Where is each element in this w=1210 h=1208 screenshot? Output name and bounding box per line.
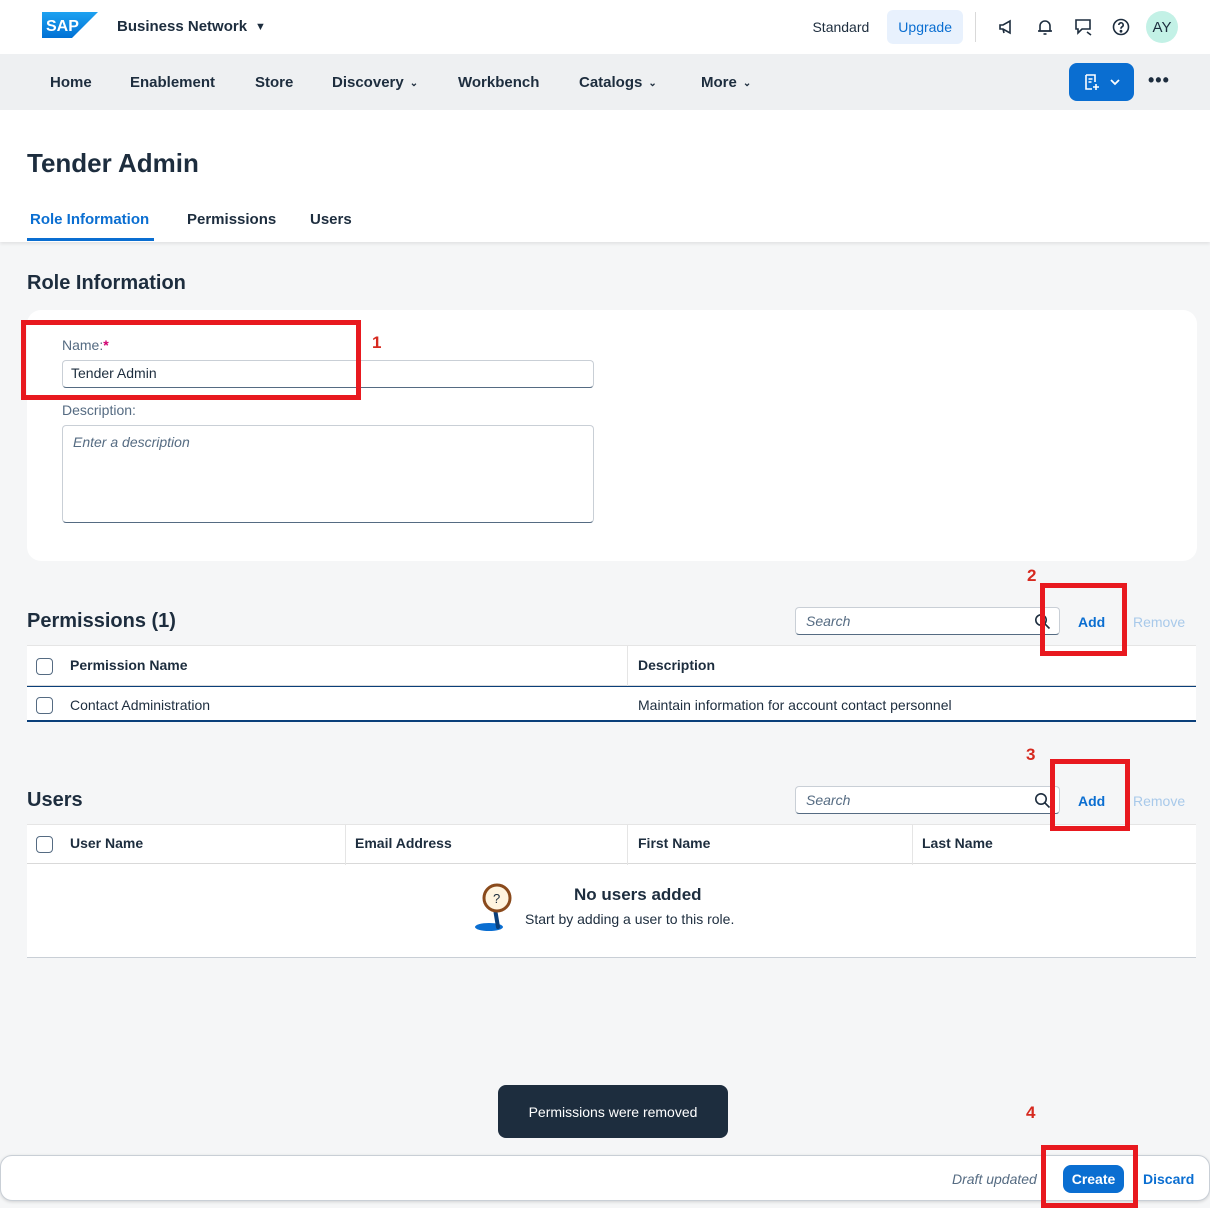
- svg-text:?: ?: [493, 891, 500, 906]
- column-header-description: Description: [638, 657, 716, 673]
- nav-item-discovery[interactable]: Discovery ⌄: [332, 74, 418, 91]
- permission-description-cell: Maintain information for account contact…: [638, 697, 952, 713]
- account-type-label: Standard: [812, 19, 870, 35]
- permission-name-cell: Contact Administration: [70, 697, 211, 713]
- shell-bar: SAP Business Network ▼ Standard Upgrade …: [0, 0, 1210, 54]
- upgrade-button[interactable]: Upgrade: [887, 10, 963, 44]
- draft-status: Draft updated: [952, 1171, 1037, 1187]
- empty-state-title: No users added: [574, 885, 702, 904]
- tab-permissions[interactable]: Permissions: [187, 211, 276, 228]
- tab-users[interactable]: Users: [310, 211, 352, 228]
- page-title: Tender Admin: [27, 148, 199, 178]
- feedback-icon[interactable]: [1072, 16, 1094, 38]
- caret-down-icon: ▼: [255, 20, 266, 33]
- page-header: Tender Admin Role Information Permission…: [0, 110, 1210, 242]
- chevron-down-icon: [1109, 79, 1120, 86]
- document-add-icon: [1084, 74, 1099, 90]
- column-header-email-address: Email Address: [355, 835, 452, 851]
- row-checkbox[interactable]: [36, 697, 53, 714]
- product-name: Business Network: [117, 18, 248, 35]
- shell-actions: Standard Upgrade AY: [812, 10, 1178, 44]
- chevron-down-icon: ⌄: [409, 78, 419, 89]
- table-header: User Name Email Address First Name Last …: [27, 824, 1196, 865]
- search-placeholder: Search: [806, 613, 851, 629]
- column-divider: [627, 825, 628, 865]
- chevron-down-icon: ⌄: [742, 78, 752, 89]
- nav-item-label: Catalogs: [579, 74, 643, 91]
- chevron-down-icon: ⌄: [648, 78, 657, 89]
- table-header: Permission Name Description: [27, 645, 1196, 687]
- search-icon[interactable]: [1034, 792, 1051, 809]
- nav-item-home[interactable]: Home: [50, 74, 92, 91]
- role-information-title: Role Information: [27, 272, 186, 294]
- select-all-checkbox[interactable]: [36, 836, 53, 853]
- tab-role-information[interactable]: Role Information: [30, 211, 149, 228]
- nav-item-workbench[interactable]: Workbench: [458, 74, 539, 91]
- description-field[interactable]: Enter a description: [62, 425, 594, 523]
- annotation-box-1: [21, 320, 361, 400]
- permissions-title: Permissions (1): [27, 610, 176, 632]
- sap-logo-text: SAP: [46, 18, 79, 35]
- description-label: Description:: [62, 402, 136, 418]
- divider: [975, 12, 976, 42]
- column-header-last-name: Last Name: [922, 835, 993, 851]
- remove-permission-button[interactable]: Remove: [1133, 614, 1185, 630]
- annotation-number-4: 4: [1026, 1103, 1036, 1122]
- column-header-permission-name: Permission Name: [70, 657, 188, 673]
- annotation-box-2: [1040, 583, 1127, 656]
- magnifier-illustration-icon: ?: [475, 883, 512, 931]
- column-divider: [912, 825, 913, 865]
- nav-item-catalogs[interactable]: Catalogs ⌄: [579, 74, 657, 91]
- nav-item-enablement[interactable]: Enablement: [130, 74, 215, 91]
- create-document-menu-button[interactable]: [1069, 63, 1134, 101]
- permissions-table: Permission Name Description Contact Admi…: [27, 645, 1196, 722]
- users-title: Users: [27, 789, 83, 811]
- annotation-number-1: 1: [372, 333, 382, 352]
- toast-message: Permissions were removed: [498, 1085, 728, 1138]
- more-actions-icon[interactable]: •••: [1148, 70, 1170, 91]
- nav-item-label: Discovery: [332, 74, 404, 91]
- active-tab-indicator: [27, 238, 154, 241]
- users-search-input[interactable]: Search: [795, 786, 1060, 814]
- table-row[interactable]: Contact Administration Maintain informat…: [27, 686, 1196, 722]
- column-header-user-name: User Name: [70, 835, 144, 851]
- annotation-number-3: 3: [1026, 745, 1036, 764]
- column-header-first-name: First Name: [638, 835, 711, 851]
- permissions-search-input[interactable]: Search: [795, 607, 1060, 635]
- sap-logo[interactable]: SAP: [42, 12, 98, 38]
- annotation-box-3: [1050, 759, 1130, 831]
- nav-item-label: More: [701, 74, 737, 91]
- top-navigation: Home Enablement Store Discovery ⌄ Workben…: [0, 54, 1210, 110]
- bell-icon[interactable]: [1034, 16, 1056, 38]
- select-all-checkbox[interactable]: [36, 658, 53, 675]
- column-divider: [345, 825, 346, 865]
- megaphone-icon[interactable]: [996, 16, 1018, 38]
- nav-item-more[interactable]: More ⌄: [701, 74, 751, 91]
- nav-item-store[interactable]: Store: [255, 74, 293, 91]
- column-divider: [627, 646, 628, 687]
- remove-user-button[interactable]: Remove: [1133, 793, 1185, 809]
- empty-state-text: Start by adding a user to this role.: [525, 911, 735, 927]
- annotation-number-2: 2: [1027, 566, 1037, 585]
- annotation-box-4: [1041, 1145, 1138, 1208]
- search-placeholder: Search: [806, 792, 851, 808]
- product-switcher[interactable]: Business Network ▼: [117, 18, 266, 35]
- discard-button[interactable]: Discard: [1143, 1171, 1194, 1187]
- user-avatar[interactable]: AY: [1146, 11, 1178, 43]
- help-icon[interactable]: [1110, 16, 1132, 38]
- footer-toolbar: Draft updated Create Discard: [0, 1155, 1210, 1201]
